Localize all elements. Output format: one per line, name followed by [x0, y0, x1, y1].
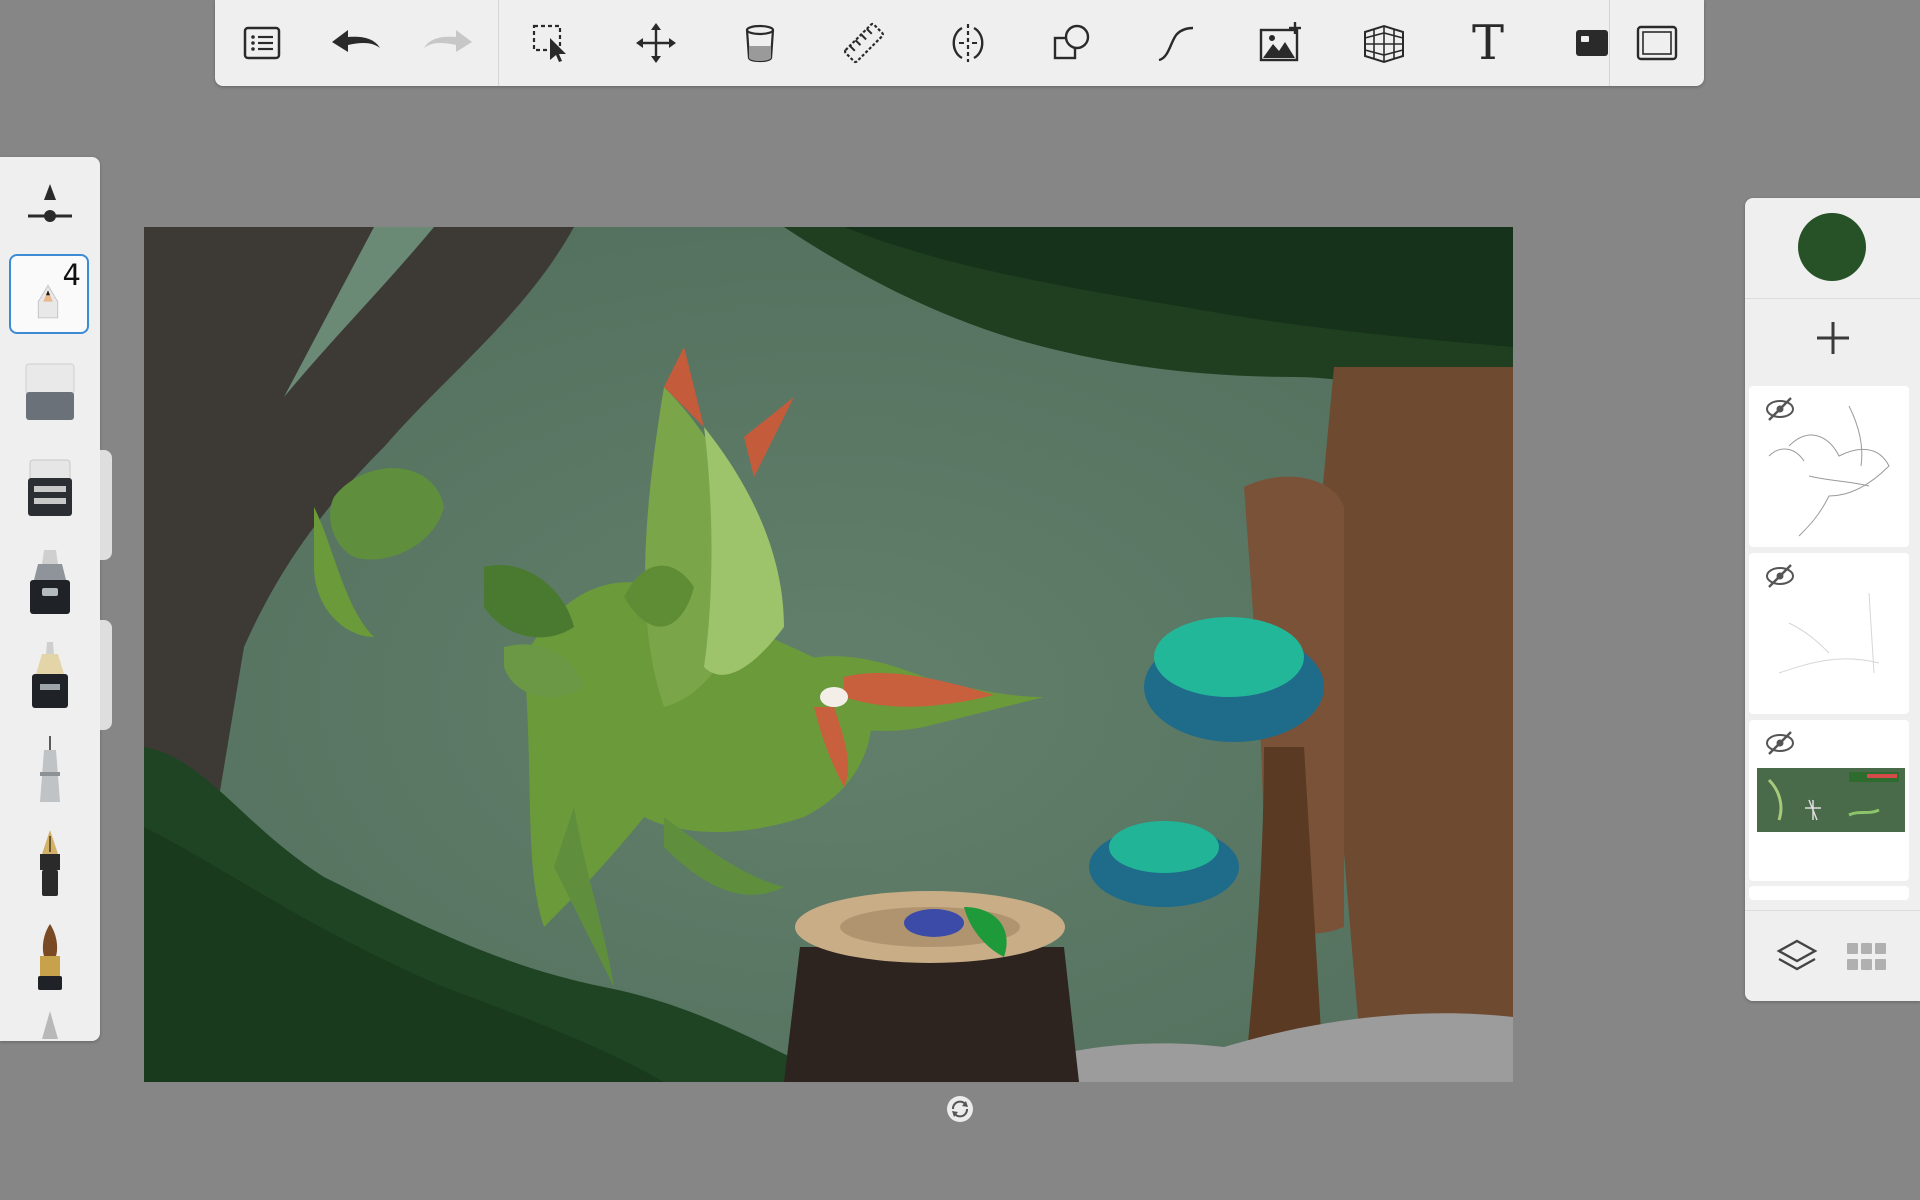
airbrush-icon[interactable]: [0, 445, 100, 533]
perspective-icon[interactable]: [1349, 0, 1419, 86]
hidden-eye-icon[interactable]: [1763, 563, 1797, 589]
pencil-brush-icon: [37, 284, 59, 319]
fullscreen-icon[interactable]: [1622, 0, 1692, 86]
canvas-artwork: [144, 227, 1513, 1082]
palette-tab[interactable]: [100, 620, 112, 730]
toolbar-divider: [498, 0, 499, 86]
ruler-icon[interactable]: [829, 0, 899, 86]
top-toolbar: T: [215, 0, 1704, 86]
layer-item[interactable]: [1749, 886, 1909, 900]
selection-icon[interactable]: [516, 0, 586, 86]
layer-item[interactable]: [1749, 386, 1909, 547]
palette-tab[interactable]: [100, 450, 112, 560]
more-brush-icon[interactable]: [0, 1005, 100, 1041]
shapes-icon[interactable]: [1037, 0, 1107, 86]
layer-item[interactable]: [1749, 553, 1909, 714]
plus-icon: [1816, 322, 1849, 354]
hidden-eye-icon[interactable]: [1763, 730, 1797, 756]
redo-icon[interactable]: [413, 0, 483, 86]
fill-bucket-icon[interactable]: [725, 0, 795, 86]
text-icon[interactable]: T: [1453, 0, 1523, 86]
fountain-pen-icon[interactable]: [0, 819, 100, 907]
selected-brush[interactable]: 4: [9, 254, 89, 334]
text-tool-glyph: T: [1471, 15, 1504, 71]
move-transform-icon[interactable]: [621, 0, 691, 86]
technical-pen-icon[interactable]: [0, 725, 100, 813]
layers-footer: [1745, 910, 1920, 1001]
list-icon[interactable]: [227, 0, 297, 86]
layers-panel: [1745, 198, 1920, 1001]
layer-item[interactable]: [1749, 720, 1909, 881]
brush-palette: 4: [0, 157, 100, 1041]
add-layer-button[interactable]: [1745, 298, 1920, 377]
rotate-canvas-icon[interactable]: [946, 1095, 974, 1123]
ink-pen-icon[interactable]: [0, 631, 100, 719]
brush-library-icon[interactable]: [1557, 0, 1627, 86]
symmetry-icon[interactable]: [933, 0, 1003, 86]
curve-icon[interactable]: [1141, 0, 1211, 86]
undo-icon[interactable]: [321, 0, 391, 86]
toolbar-divider: [1609, 0, 1610, 86]
eraser-brush-icon[interactable]: [0, 347, 100, 435]
marker-brush-icon[interactable]: [0, 537, 100, 625]
current-color-swatch[interactable]: [1798, 213, 1866, 281]
hidden-eye-icon[interactable]: [1763, 396, 1797, 422]
brush-properties-icon[interactable]: [0, 169, 100, 239]
add-image-icon[interactable]: [1245, 0, 1315, 86]
layers-icon[interactable]: [1775, 935, 1819, 979]
grid-view-icon[interactable]: [1845, 935, 1889, 979]
drawing-canvas[interactable]: [144, 227, 1513, 1082]
